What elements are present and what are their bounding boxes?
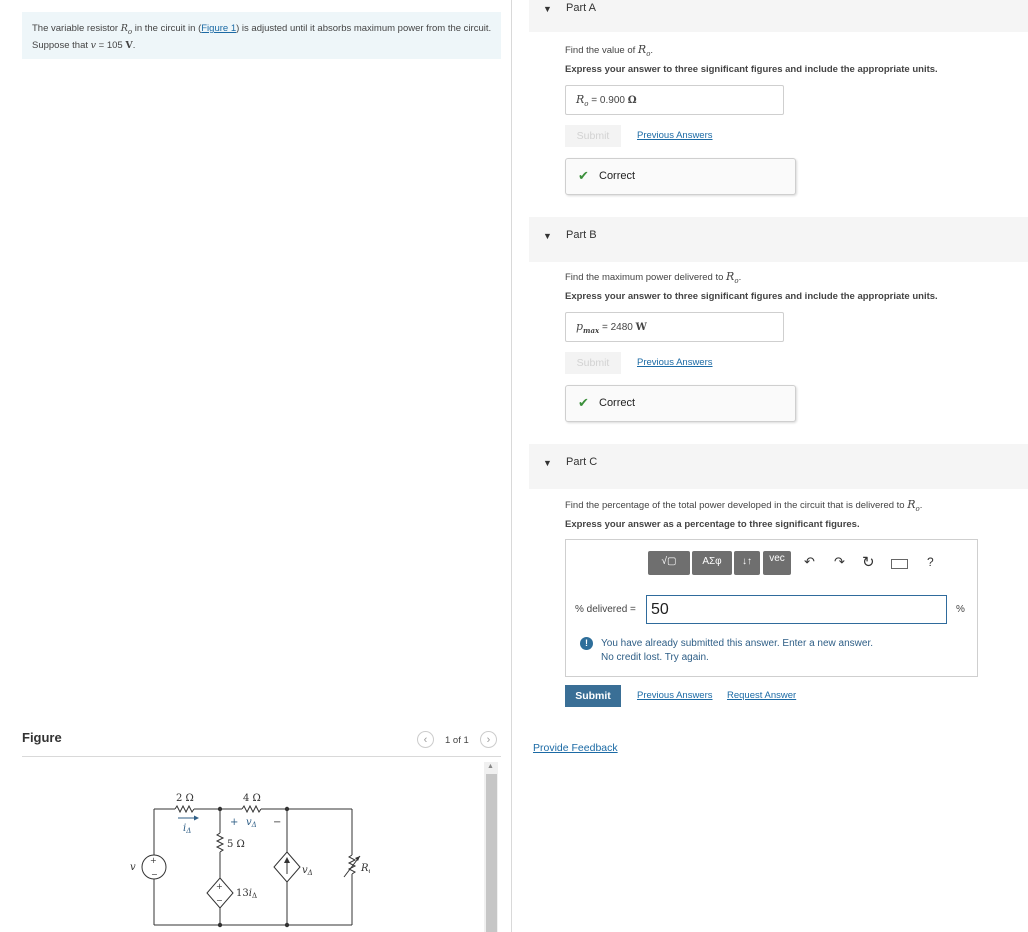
percent-delivered-input[interactable]: 50	[646, 595, 947, 624]
circuit-diagram: 2 Ω 4 Ω 5 Ω iΔ + vΔ − v + − + − 13iΔ vΔ …	[130, 793, 370, 928]
scroll-up-icon[interactable]: ▲	[487, 763, 494, 770]
label-v-delta: vΔ	[246, 817, 257, 829]
part-a-previous-answers-link[interactable]: Previous Answers	[637, 130, 713, 141]
collapse-arrow-icon[interactable]: ▼	[543, 458, 552, 468]
part-a-label: Part A	[566, 2, 596, 14]
figure-page-count: 1 of 1	[445, 735, 469, 746]
percent-unit: %	[956, 604, 965, 615]
label-r4: 4 Ω	[243, 793, 261, 804]
collapse-arrow-icon[interactable]: ▼	[543, 4, 552, 14]
var-ro: Ro	[120, 23, 133, 36]
part-a-answer-value: 0.900	[599, 95, 625, 106]
part-c-label: Part C	[566, 456, 598, 468]
reset-icon[interactable]: ↻	[862, 553, 875, 571]
warning-line: No credit lost. Try again.	[601, 652, 709, 663]
part-c-instruction: Express your answer as a percentage to t…	[565, 519, 860, 530]
part-c-header[interactable]: ▼ Part C	[529, 444, 1028, 489]
label-dep-current: vΔ	[302, 865, 313, 877]
part-b-label: Part B	[566, 229, 597, 241]
part-b-submit-button[interactable]: Submit	[565, 352, 621, 374]
part-b-correct-banner: ✔ Correct	[565, 385, 796, 422]
part-b-header[interactable]: ▼ Part B	[529, 217, 1028, 262]
unit-v: V	[125, 39, 133, 51]
part-a-correct-banner: ✔ Correct	[565, 158, 796, 195]
part-b-previous-answers-link[interactable]: Previous Answers	[637, 357, 713, 368]
collapse-arrow-icon[interactable]: ▼	[543, 231, 552, 241]
part-a-status: Correct	[599, 170, 636, 182]
problem-text-part: = 105	[96, 39, 126, 51]
part-a-instruction: Express your answer to three significant…	[565, 64, 938, 75]
figure-scroll-thumb[interactable]	[486, 774, 497, 932]
source-plus: +	[150, 856, 157, 865]
part-a-header[interactable]: ▼ Part A	[529, 0, 1028, 32]
warning-line: You have already submitted this answer. …	[601, 638, 874, 649]
figure-title: Figure	[22, 730, 62, 745]
help-button[interactable]: ?	[927, 555, 934, 569]
part-a-question: Find the value of Ro.	[565, 43, 654, 59]
figure-divider	[22, 756, 501, 757]
column-divider	[511, 0, 512, 932]
part-b-status: Correct	[599, 397, 636, 409]
dep-source-minus: −	[216, 896, 223, 905]
figure-prev-button[interactable]: ‹	[417, 731, 434, 748]
figure-link[interactable]: Figure 1	[201, 23, 236, 34]
source-minus: −	[151, 870, 158, 879]
templates-button[interactable]: √▢	[648, 551, 690, 575]
label-v-delta-minus: −	[273, 817, 281, 828]
part-a-submit-button[interactable]: Submit	[565, 125, 621, 147]
problem-statement: The variable resistor Ro in the circuit …	[22, 12, 501, 59]
label-r2: 2 Ω	[176, 793, 194, 804]
resubmit-warning: You have already submitted this answer. …	[601, 637, 873, 665]
label-i-delta: iΔ	[183, 823, 191, 835]
part-c-question: Find the percentage of the total power d…	[565, 498, 923, 514]
part-b-answer-value: 2480	[610, 322, 633, 333]
undo-icon[interactable]: ↶	[804, 554, 815, 570]
dep-source-plus: +	[216, 882, 223, 891]
provide-feedback-link[interactable]: Provide Feedback	[533, 742, 618, 754]
label-r5: 5 Ω	[227, 839, 245, 850]
label-v-delta-plus: +	[230, 817, 238, 828]
redo-icon[interactable]: ↷	[834, 554, 845, 570]
part-b-question: Find the maximum power delivered to Ro.	[565, 270, 742, 286]
part-c-submit-button[interactable]: Submit	[565, 685, 621, 707]
part-b-answer-field[interactable]: pmax = 2480 W	[565, 312, 784, 342]
part-c-request-answer-link[interactable]: Request Answer	[727, 690, 796, 701]
part-b-instruction: Express your answer to three significant…	[565, 291, 938, 302]
checkmark-icon: ✔	[578, 395, 589, 410]
part-c-previous-answers-link[interactable]: Previous Answers	[637, 690, 713, 701]
arrows-button[interactable]: ↓↑	[734, 551, 760, 575]
label-source-v: v	[130, 862, 136, 873]
problem-text-part: in the circuit in (	[132, 23, 202, 34]
problem-text: The variable resistor Ro in the circuit …	[32, 23, 492, 51]
percent-delivered-label: % delivered =	[575, 604, 636, 615]
checkmark-icon: ✔	[578, 168, 589, 183]
warning-icon: !	[580, 637, 593, 650]
part-a-answer-field[interactable]: Ro = 0.900 Ω	[565, 85, 784, 115]
label-dep-voltage: 13iΔ	[236, 888, 257, 900]
vec-button[interactable]: vec	[763, 551, 791, 575]
label-ro: Ro	[360, 863, 370, 875]
figure-next-button[interactable]: ›	[480, 731, 497, 748]
greek-button[interactable]: ΑΣφ	[692, 551, 732, 575]
problem-text-part: The variable resistor	[32, 23, 121, 34]
keyboard-icon[interactable]	[891, 559, 908, 569]
